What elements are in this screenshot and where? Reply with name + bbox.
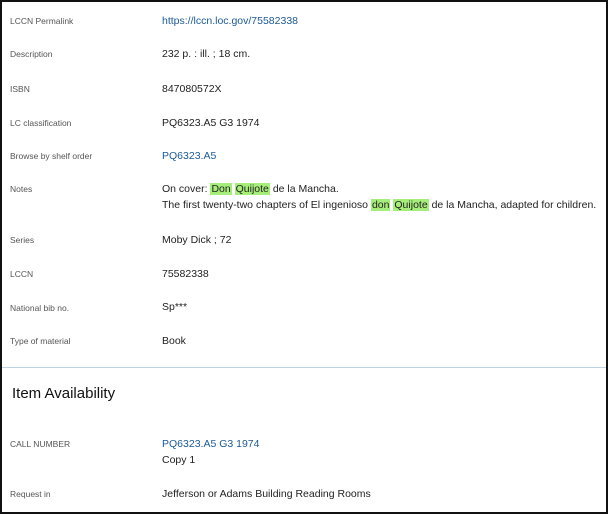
shelf-order-link[interactable]: PQ6323.A5 xyxy=(162,149,598,163)
description-label: Description xyxy=(10,49,53,59)
national-bib-value: Sp*** xyxy=(162,301,188,313)
notes-line-1-before: On cover: xyxy=(162,183,211,195)
lccn-label: LCCN xyxy=(10,269,34,279)
highlight-don: Don xyxy=(210,183,232,195)
notes-line-1-after: de la Mancha. xyxy=(269,183,339,195)
permalink-link[interactable]: https://lccn.loc.gov/75582338 xyxy=(162,14,598,28)
section-divider xyxy=(2,367,606,368)
series-label: Series xyxy=(10,235,35,245)
lccn-value: 75582338 xyxy=(162,268,209,280)
material-type-value: Book xyxy=(162,335,186,347)
highlight-quijote: Quijote xyxy=(234,183,270,195)
item-availability-heading: Item Availability xyxy=(12,385,116,402)
isbn-label: ISBN xyxy=(10,84,30,94)
material-type-label: Type of material xyxy=(10,336,71,346)
call-number-label: CALL NUMBER xyxy=(10,439,71,449)
lc-classification-label: LC classification xyxy=(10,118,72,128)
request-in-value: Jefferson or Adams Building Reading Room… xyxy=(162,488,371,500)
permalink-label: LCCN Permalink xyxy=(10,16,74,26)
notes-line-2-after: de la Mancha, adapted for children. xyxy=(428,199,597,211)
bibliographic-record-panel: LCCN Permalink https://lccn.loc.gov/7558… xyxy=(0,0,608,514)
notes-line-2: The first twenty-two chapters of El inge… xyxy=(162,198,598,212)
notes-line-1: On cover: Don Quijote de la Mancha. xyxy=(162,182,598,196)
isbn-value: 847080572X xyxy=(162,83,222,95)
highlight-quijote: Quijote xyxy=(393,199,429,211)
request-in-label: Request in xyxy=(10,489,51,499)
shelf-order-label: Browse by shelf order xyxy=(10,151,93,161)
call-number-link[interactable]: PQ6323.A5 G3 1974 xyxy=(162,437,598,451)
series-value: Moby Dick ; 72 xyxy=(162,234,232,246)
lc-classification-value: PQ6323.A5 G3 1974 xyxy=(162,117,260,129)
copy-value: Copy 1 xyxy=(162,454,196,466)
national-bib-label: National bib no. xyxy=(10,303,70,313)
description-value: 232 p. : ill. ; 18 cm. xyxy=(162,48,251,60)
highlight-don: don xyxy=(370,199,391,211)
notes-line-2-before: The first twenty-two chapters of El inge… xyxy=(162,199,371,211)
notes-label: Notes xyxy=(10,184,33,194)
